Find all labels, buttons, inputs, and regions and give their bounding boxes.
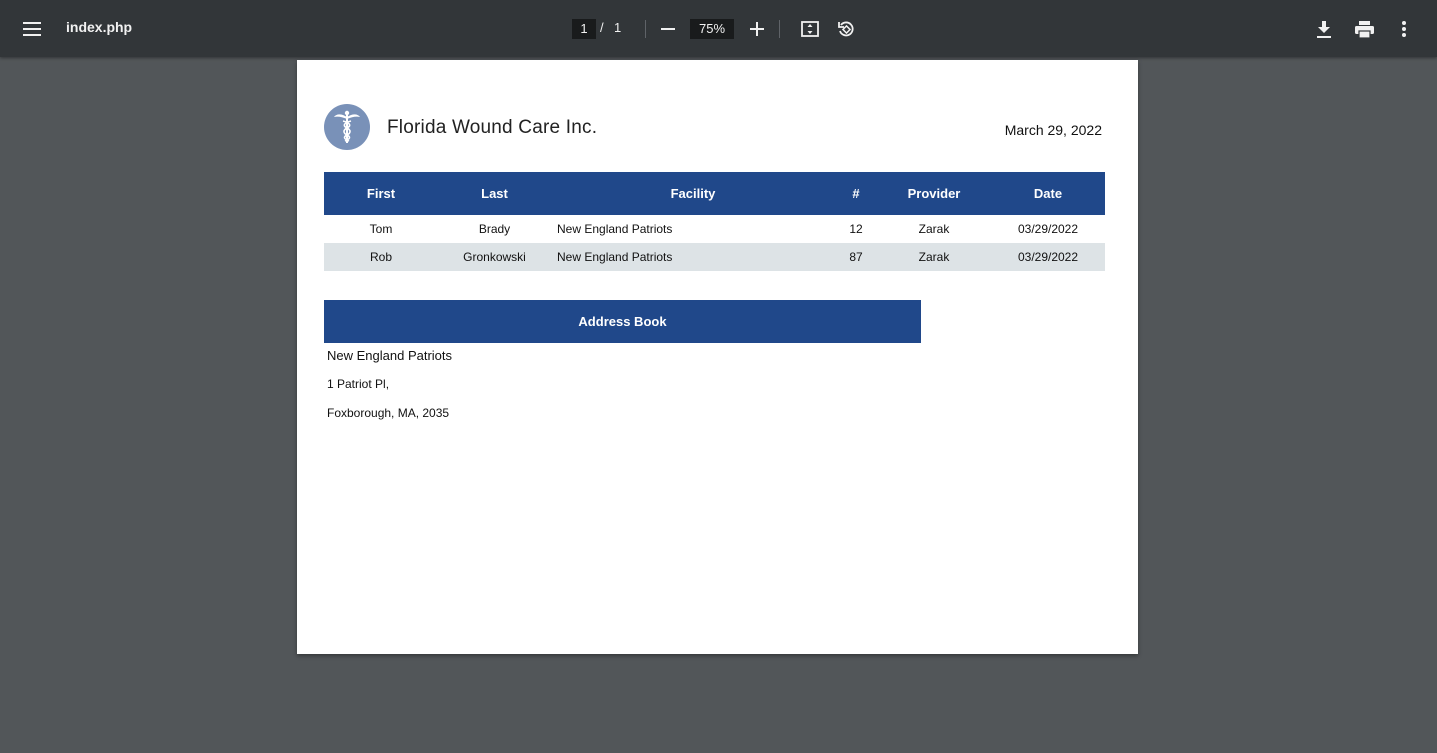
table-cell: 87: [849, 250, 863, 264]
table-cell: New England Patriots: [557, 250, 673, 264]
column-header: Date: [1033, 186, 1063, 201]
table-cell: Zarak: [918, 250, 950, 264]
minus-icon: [661, 28, 675, 30]
toolbar-divider: [779, 20, 780, 38]
toolbar-divider: [645, 20, 646, 38]
column-header: Facility: [670, 186, 716, 201]
table-cell: Brady: [478, 222, 511, 236]
column-header: First: [366, 186, 396, 201]
zoom-in-button[interactable]: [741, 13, 773, 45]
zoom-out-button[interactable]: [652, 13, 684, 45]
table-row: Tom Brady New England Patriots 12 Zarak …: [324, 215, 1105, 243]
table-cell: 03/29/2022: [1017, 250, 1079, 264]
pdf-page: Florida Wound Care Inc. March 29, 2022 F…: [297, 60, 1138, 654]
download-icon: [1317, 20, 1331, 38]
table-cell: Rob: [369, 250, 392, 264]
patient-table: First Last Facility # Provider Date Tom …: [324, 172, 1105, 271]
more-vert-icon: [1402, 21, 1406, 37]
rotate-button[interactable]: [830, 13, 862, 45]
column-header: #: [852, 186, 860, 201]
report-date: March 29, 2022: [1004, 122, 1102, 138]
address-book-header: Address Book: [324, 300, 921, 343]
address-city: Foxborough, MA, 2035: [327, 406, 450, 420]
table-cell: Gronkowski: [463, 250, 526, 264]
address-street: 1 Patriot Pl,: [327, 377, 390, 391]
zoom-level-input[interactable]: 75%: [690, 19, 734, 39]
table-cell: Tom: [369, 222, 393, 236]
table-cell: Zarak: [918, 222, 950, 236]
rotate-icon: [838, 21, 854, 37]
page-number-input[interactable]: 1: [572, 19, 596, 39]
pdf-toolbar: index.php 1 / 1 75%: [0, 0, 1437, 57]
plus-icon: [750, 22, 764, 36]
address-name: New England Patriots: [327, 348, 453, 363]
download-button[interactable]: [1308, 13, 1340, 45]
table-row: Rob Gronkowski New England Patriots 87 Z…: [324, 243, 1105, 271]
more-options-button[interactable]: [1388, 13, 1420, 45]
print-icon: [1354, 20, 1374, 38]
column-header: Provider: [907, 186, 961, 201]
menu-icon[interactable]: [16, 13, 48, 45]
table-cell: New England Patriots: [557, 222, 673, 236]
fit-page-button[interactable]: [794, 13, 826, 45]
print-button[interactable]: [1348, 13, 1380, 45]
table-header-row: First Last Facility # Provider Date: [324, 172, 1105, 215]
company-name: Florida Wound Care Inc.: [387, 117, 598, 138]
page-total: 1: [614, 20, 622, 35]
table-cell: 03/29/2022: [1017, 222, 1079, 236]
table-cell: 12: [849, 222, 863, 236]
document-title: index.php: [66, 19, 133, 35]
page-separator: /: [600, 20, 604, 35]
caduceus-icon: [324, 104, 370, 150]
fit-page-icon: [801, 21, 819, 37]
column-header: Last: [481, 186, 508, 201]
